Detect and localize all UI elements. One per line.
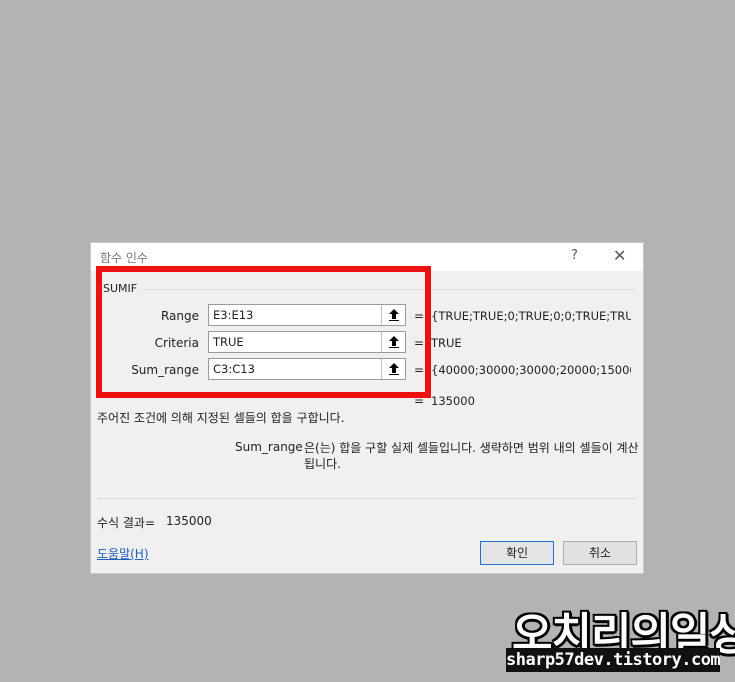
- function-description: 주어진 조건에 의해 지정된 셀들의 합을 구합니다.: [97, 411, 345, 425]
- ok-button[interactable]: 확인: [480, 541, 554, 565]
- sum-range-evaluated-value: {40000;30000;30000;20000;15000;2: [431, 363, 631, 377]
- criteria-evaluated-value: TRUE: [431, 336, 462, 350]
- result-divider: [97, 498, 637, 499]
- formula-result-value: 135000: [166, 514, 212, 528]
- dialog-title: 함수 인수: [100, 251, 148, 265]
- help-icon[interactable]: ?: [571, 248, 578, 263]
- formula-result-label: 수식 결과=: [97, 516, 156, 530]
- red-highlight-box: [96, 266, 431, 398]
- argument-help-name: Sum_range: [235, 440, 303, 454]
- cancel-button[interactable]: 취소: [563, 541, 637, 565]
- argument-help-text: 은(는) 합을 구할 실제 셀들입니다. 생략하면 범위 내의 셀들이 계산됩니…: [304, 441, 639, 471]
- total-evaluated-value: 135000: [431, 394, 475, 408]
- close-icon[interactable]: ✕: [613, 246, 626, 265]
- range-evaluated-value: {TRUE;TRUE;0;TRUE;0;0;TRUE;TRUE;0;T: [431, 309, 631, 323]
- watermark-url: sharp57dev.tistory.com: [506, 648, 721, 672]
- help-link[interactable]: 도움말(H): [97, 545, 149, 562]
